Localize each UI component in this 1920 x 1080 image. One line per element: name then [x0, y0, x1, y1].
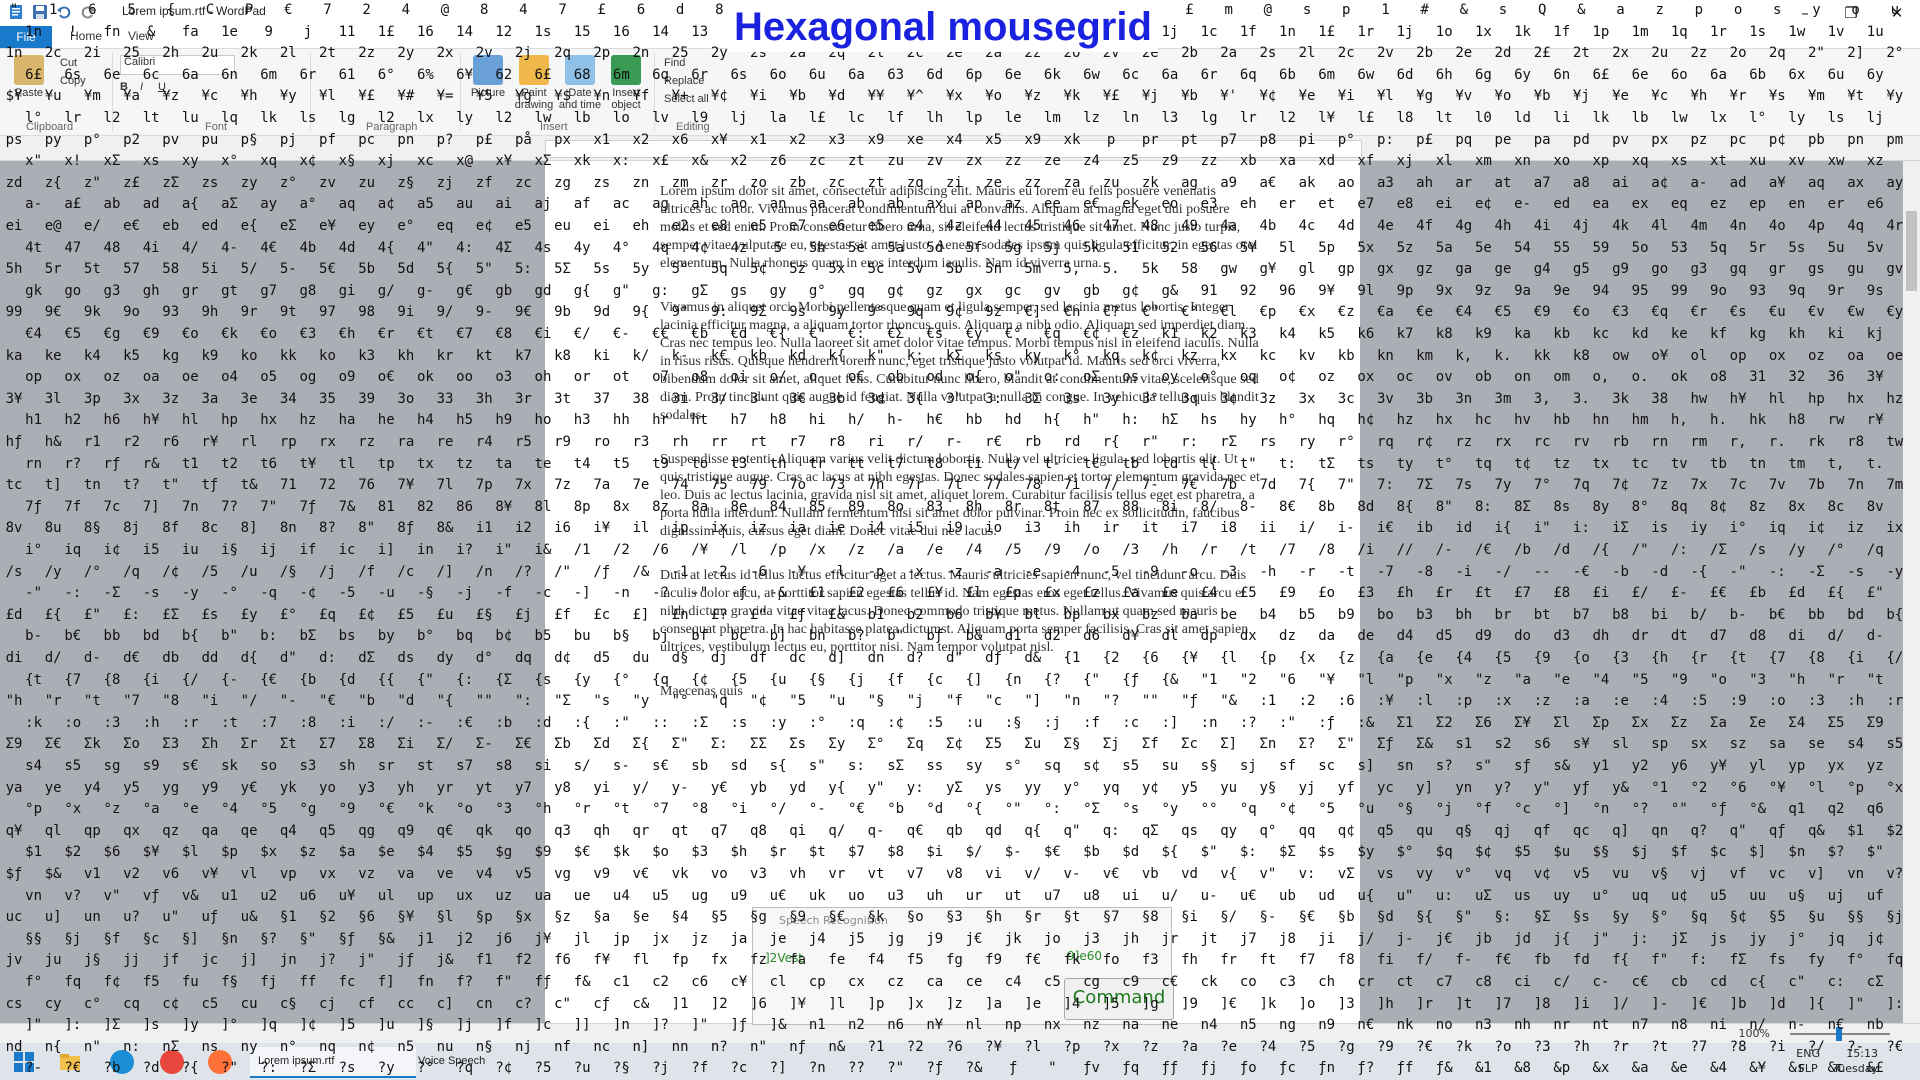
picture-button[interactable]: Picture — [466, 55, 510, 99]
date-time-button[interactable]: Date and time — [558, 55, 602, 111]
taskbar-app-label: Lorem ipsum.rtf — [258, 1055, 335, 1067]
language-code: ENG — [1796, 1047, 1820, 1060]
copy-button[interactable]: Copy — [60, 75, 86, 87]
document-paragraph: Suspendisse potenti. Aliquam varius veli… — [660, 452, 1260, 539]
zoom-slider-knob[interactable] — [1836, 1027, 1842, 1041]
speech-result-text: 9]e60 — [1067, 949, 1102, 963]
mousegrid-title: Hexagonal mousegrid — [728, 2, 1158, 52]
ruler-page-area — [545, 140, 1362, 158]
file-tab[interactable]: File — [0, 26, 52, 48]
taskbar-app-wordpad[interactable]: Lorem ipsum.rtf — [250, 1047, 416, 1078]
date-time-label: Date and time — [558, 87, 602, 111]
picture-label: Picture — [470, 87, 506, 99]
close-button[interactable]: ✕ — [1874, 0, 1920, 26]
clock-time: 15:13 — [1846, 1047, 1878, 1060]
windows-start-icon[interactable] — [12, 1050, 36, 1074]
speech-command-bubble: Command — [1064, 978, 1174, 1020]
firefox-browser-icon[interactable] — [208, 1050, 232, 1074]
ruler — [0, 136, 1920, 161]
paste-icon — [14, 55, 44, 85]
editing-group-label: Editing — [676, 121, 710, 133]
paragraph-group-label: Paragraph — [366, 121, 418, 133]
zoom-level: 100% — [1738, 1027, 1770, 1040]
vertical-scrollbar[interactable] — [1903, 161, 1920, 1023]
taskbar-app-speech[interactable]: Voice Speech — [410, 1047, 576, 1076]
group-separator — [460, 53, 461, 131]
bold-button[interactable]: B — [120, 81, 128, 93]
edge-browser-icon[interactable] — [110, 1050, 134, 1074]
insert-object-button[interactable]: Insert object — [604, 55, 648, 111]
font-name-select[interactable]: Calibri — [120, 55, 235, 75]
insert-group-label: Insert — [540, 121, 568, 133]
italic-button[interactable]: I — [140, 81, 143, 93]
zoom-slider[interactable] — [1790, 1027, 1890, 1041]
replace-button[interactable]: Replace — [664, 75, 704, 87]
chrome-browser-icon[interactable] — [160, 1050, 184, 1074]
insert-object-label: Insert object — [611, 87, 641, 111]
font-name-value: Calibri — [124, 56, 156, 68]
clipboard-group-label: Clipboard — [26, 121, 74, 133]
maximize-button[interactable]: ❐ — [1828, 0, 1874, 26]
taskbar-app-label: Voice Speech — [418, 1055, 486, 1067]
tab-view[interactable]: View — [128, 29, 154, 43]
group-separator — [112, 53, 113, 131]
speech-panel-title: Speech Recognition — [779, 914, 888, 927]
window-title: Lorem ipsum.rtf - WordPad — [122, 4, 266, 18]
keyboard-layout: FLP — [1798, 1062, 1818, 1075]
document-paragraph: Vivamus in aliquet orci. Morbi pellentes… — [660, 300, 1259, 423]
group-separator — [310, 53, 311, 131]
paste-label: Paste — [14, 87, 44, 99]
wordpad-app-icon — [10, 5, 22, 19]
calendar-icon — [565, 55, 595, 85]
document-text[interactable]: Lorem ipsum dolor sit amet, consectetur … — [660, 183, 1260, 727]
redo-icon[interactable] — [80, 4, 96, 20]
insert-object-icon — [611, 55, 641, 85]
font-group-label: Font — [205, 121, 228, 133]
minimize-button[interactable]: – — [1782, 0, 1828, 26]
taskbar: Lorem ipsum.rtf Voice Speech ENG FLP 15:… — [0, 1043, 1920, 1080]
tab-home[interactable]: Home — [70, 29, 102, 43]
paint-drawing-button[interactable]: Paint drawing — [512, 55, 556, 111]
scrollbar-thumb[interactable] — [1906, 211, 1917, 291]
underline-button[interactable]: U — [158, 81, 166, 93]
document-paragraph: Duis at lectus id tellus luctus efficitu… — [660, 568, 1249, 655]
input-language-indicator[interactable]: ENG FLP — [1796, 1046, 1820, 1076]
group-separator — [654, 53, 655, 131]
document-paragraph: Lorem ipsum dolor sit amet, consectetur … — [660, 184, 1258, 271]
status-bar: 100% — [0, 1023, 1920, 1044]
system-clock[interactable]: 15:13 Tuesday — [1833, 1046, 1878, 1076]
paint-drawing-label: Paint drawing — [514, 87, 554, 111]
ribbon: Paste Cut Copy Clipboard Calibri B I U F… — [0, 49, 1920, 136]
clock-day: Tuesday — [1833, 1062, 1878, 1075]
cut-button[interactable]: Cut — [60, 57, 77, 69]
undo-icon[interactable] — [56, 4, 72, 20]
paint-drawing-icon — [519, 55, 549, 85]
save-icon[interactable] — [32, 4, 48, 20]
file-explorer-icon[interactable] — [58, 1050, 82, 1074]
picture-icon — [473, 55, 503, 85]
speech-status-text: ]2Vest — [765, 951, 803, 965]
find-button[interactable]: Find — [664, 57, 685, 69]
paste-button[interactable]: Paste — [8, 55, 50, 99]
document-paragraph: Maecenas quis — [660, 684, 743, 699]
select-all-button[interactable]: Select all — [664, 93, 709, 105]
